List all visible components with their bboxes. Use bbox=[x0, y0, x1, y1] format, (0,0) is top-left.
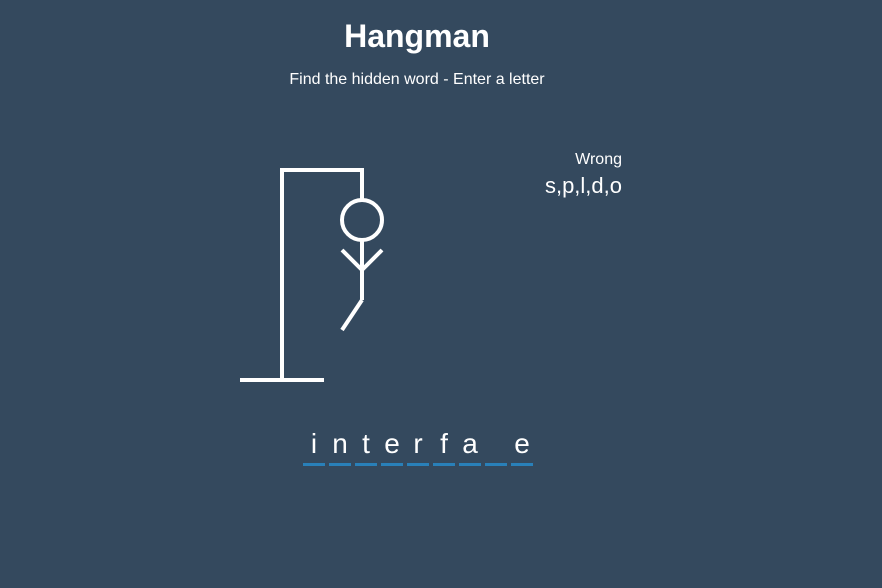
word-letter: f bbox=[433, 426, 455, 466]
word-letter: i bbox=[303, 426, 325, 466]
wrong-letters-panel: Wrong s,p,l,d,o bbox=[545, 150, 622, 200]
hangman-figure bbox=[240, 168, 384, 382]
word-letter: a bbox=[459, 426, 481, 466]
wrong-letters: s,p,l,d,o bbox=[544, 173, 622, 198]
wrong-label: Wrong bbox=[575, 151, 622, 168]
word-letter: e bbox=[511, 426, 533, 466]
hangman-left-arm bbox=[340, 248, 364, 272]
hangman-right-arm bbox=[360, 248, 384, 272]
word-letter: r bbox=[407, 426, 429, 466]
word-letter: e bbox=[381, 426, 403, 466]
hangman-left-leg bbox=[340, 298, 364, 332]
hidden-word: i n t e r f a e bbox=[303, 426, 533, 466]
hangman-head bbox=[340, 198, 384, 242]
word-letter: n bbox=[329, 426, 351, 466]
word-letter-blank bbox=[485, 426, 507, 466]
word-letter: t bbox=[355, 426, 377, 466]
